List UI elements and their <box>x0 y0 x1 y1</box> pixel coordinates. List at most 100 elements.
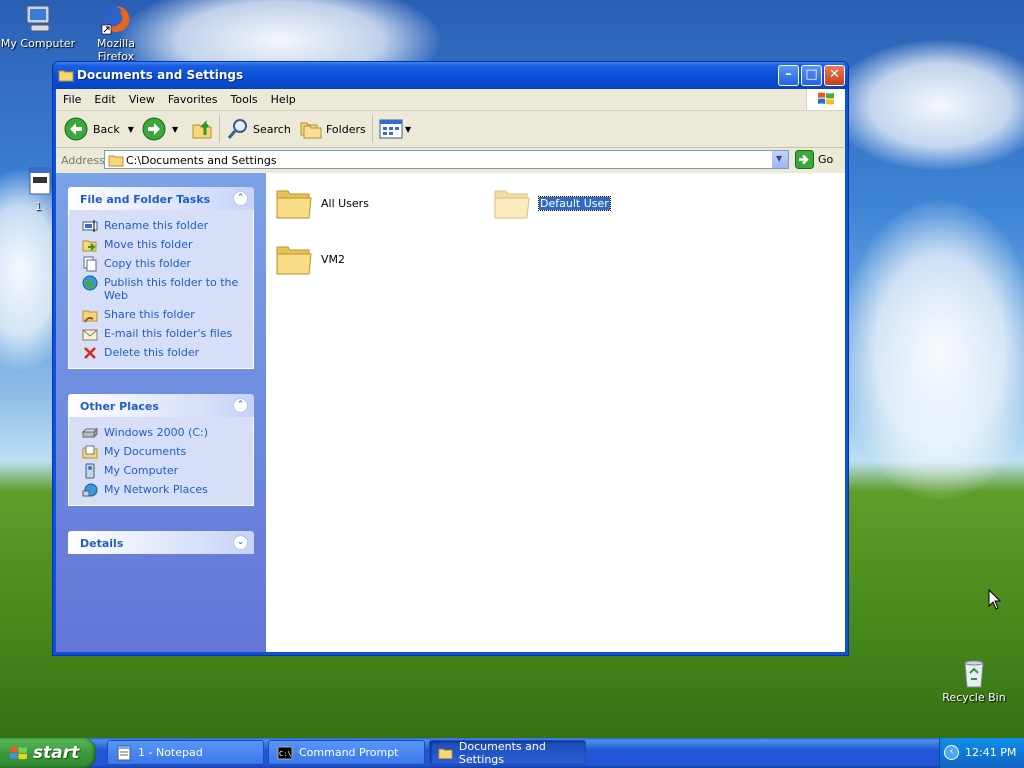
task-label: Move this folder <box>104 238 193 251</box>
file-list-area[interactable]: All Users Default User VM2 <box>266 173 845 652</box>
task-label: Publish this folder to the Web <box>104 276 239 302</box>
menu-favorites[interactable]: Favorites <box>161 89 224 106</box>
desktop-icon-recycle-bin[interactable]: Recycle Bin <box>936 657 1012 704</box>
other-places-header[interactable]: Other Places ⌃ <box>68 394 254 417</box>
chevron-down-icon[interactable]: ▼ <box>128 125 134 134</box>
chevron-down-icon[interactable]: ▼ <box>172 125 178 134</box>
task-copy-folder[interactable]: Copy this folder <box>69 254 253 273</box>
taskbar-button-command-prompt[interactable]: C:\ Command Prompt <box>268 740 425 765</box>
menu-file[interactable]: File <box>56 89 87 106</box>
back-button[interactable]: Back ▼ <box>64 116 134 142</box>
email-icon <box>82 329 98 341</box>
menu-bar: File Edit View Favorites Tools Help <box>56 89 845 111</box>
task-share-folder[interactable]: Share this folder <box>69 305 253 324</box>
up-folder-icon <box>192 120 212 139</box>
cloud <box>830 40 1024 170</box>
forward-button[interactable]: ▼ <box>142 116 178 142</box>
menu-view[interactable]: View <box>122 89 161 106</box>
address-input[interactable]: C:\Documents and Settings ▼ <box>104 150 789 169</box>
place-windows-drive[interactable]: Windows 2000 (C:) <box>69 423 253 442</box>
place-my-documents[interactable]: My Documents <box>69 442 253 461</box>
panel-title: Details <box>80 537 124 550</box>
details-header[interactable]: Details ⌄ <box>68 531 254 554</box>
desktop-icon-my-computer[interactable]: My Computer <box>0 3 76 50</box>
show-hidden-icons-button[interactable]: ‹ <box>944 745 959 760</box>
maximize-button[interactable]: □ <box>801 65 822 86</box>
explorer-window[interactable]: Documents and Settings – □ ✕ File Edit Vie… <box>52 61 849 656</box>
place-my-computer[interactable]: My Computer <box>69 461 253 480</box>
chevron-down-icon: ▼ <box>776 154 783 163</box>
toolbar-separator <box>219 115 220 143</box>
close-button[interactable]: ✕ <box>824 65 845 86</box>
menu-edit[interactable]: Edit <box>87 89 121 106</box>
file-folder-tasks-body: Rename this folder Move this folder Copy… <box>68 210 254 369</box>
drive-icon <box>82 427 98 439</box>
task-move-folder[interactable]: Move this folder <box>69 235 253 254</box>
task-email-files[interactable]: E-mail this folder's files <box>69 324 253 343</box>
toolbar-separator <box>372 115 373 143</box>
minimize-button[interactable]: – <box>778 65 799 86</box>
task-delete-folder[interactable]: Delete this folder <box>69 343 253 362</box>
search-label: Search <box>253 122 291 136</box>
title-bar[interactable]: Documents and Settings – □ ✕ <box>53 62 848 89</box>
panel-title: Other Places <box>80 400 159 413</box>
folders-button[interactable]: Folders <box>299 116 366 142</box>
search-button[interactable]: Search <box>226 116 291 142</box>
up-folder-button[interactable] <box>191 116 215 142</box>
start-label: start <box>33 743 80 763</box>
place-my-network-places[interactable]: My Network Places <box>69 480 253 499</box>
desktop-icon-firefox[interactable]: Mozilla Firefox <box>78 3 154 63</box>
chevron-down-icon[interactable]: ▼ <box>405 125 411 134</box>
folder-all-users[interactable]: All Users <box>275 184 369 222</box>
menu-help[interactable]: Help <box>264 89 302 106</box>
share-icon <box>82 310 98 323</box>
windows-logo-icon <box>10 746 27 760</box>
go-button[interactable]: Go <box>795 150 833 169</box>
forward-arrow-icon <box>142 117 166 141</box>
task-label: Rename this folder <box>104 219 209 232</box>
windows-logo-icon <box>806 89 845 110</box>
network-places-icon <box>82 483 98 497</box>
folder-name: All Users <box>321 196 369 210</box>
my-documents-icon <box>82 445 98 459</box>
task-label: Delete this folder <box>104 346 200 359</box>
task-rename-folder[interactable]: Rename this folder <box>69 216 253 235</box>
folder-name: Default User <box>538 195 611 211</box>
menu-tools[interactable]: Tools <box>224 89 264 106</box>
collapse-chevron-icon[interactable]: ⌃ <box>233 191 248 206</box>
task-pane: File and Folder Tasks ⌃ Rename this fold… <box>56 173 266 652</box>
views-button[interactable]: ▼ <box>379 116 411 142</box>
copy-icon <box>83 256 97 272</box>
folder-icon <box>276 190 312 219</box>
file-folder-tasks-header[interactable]: File and Folder Tasks ⌃ <box>68 187 254 210</box>
svg-text:C:\: C:\ <box>279 750 292 758</box>
go-arrow-icon <box>795 150 814 169</box>
task-publish-folder[interactable]: Publish this folder to the Web <box>69 273 253 305</box>
expand-chevron-icon[interactable]: ⌄ <box>233 535 248 550</box>
folder-default-user[interactable]: Default User <box>493 184 611 222</box>
details-panel: Details ⌄ <box>68 531 254 554</box>
collapse-chevron-icon[interactable]: ⌃ <box>233 398 248 413</box>
folder-vm2[interactable]: VM2 <box>275 240 345 278</box>
text-file-icon <box>29 167 51 195</box>
file-folder-tasks-panel: File and Folder Tasks ⌃ Rename this fold… <box>68 187 254 369</box>
taskbar-button-notepad[interactable]: 1 - Notepad <box>107 740 264 765</box>
clock[interactable]: 12:41 PM <box>965 746 1016 759</box>
window-title: Documents and Settings <box>77 68 244 82</box>
window-content: File and Folder Tasks ⌃ Rename this fold… <box>56 173 845 652</box>
delete-icon <box>84 347 96 359</box>
folders-icon <box>300 122 322 139</box>
folder-icon <box>58 70 74 82</box>
go-label: Go <box>818 153 834 166</box>
window-client: File Edit View Favorites Tools Help Back ▼ ▼ … <box>56 89 845 652</box>
address-label: Address <box>61 154 105 167</box>
taskbar-label: Command Prompt <box>299 746 399 759</box>
task-label: Share this folder <box>104 308 195 321</box>
command-prompt-icon: C:\ <box>277 746 293 759</box>
back-arrow-icon <box>64 117 88 141</box>
search-icon <box>227 119 247 139</box>
start-button[interactable]: start <box>0 738 96 768</box>
address-dropdown-button[interactable]: ▼ <box>771 151 788 168</box>
taskbar-button-documents-and-settings[interactable]: Documents and Settings <box>429 740 586 766</box>
publish-icon <box>82 275 98 291</box>
